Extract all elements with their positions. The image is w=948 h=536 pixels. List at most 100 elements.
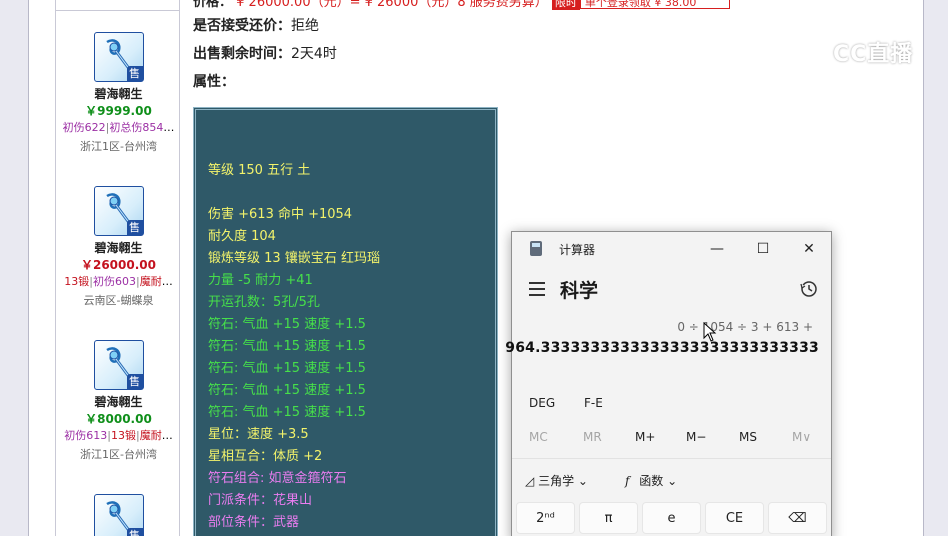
chevron-down-icon: ⌄ [667,474,678,488]
memory-button[interactable]: M+ [635,430,655,444]
maximize-button[interactable]: ☐ [749,238,777,260]
more-stats: … [161,429,173,442]
history-icon[interactable] [800,280,818,298]
attribute-line: 开运孔数：5孔/5孔 [208,295,320,310]
deg-button[interactable]: DEG [529,396,555,410]
calculator-title: 计算器 [559,243,596,257]
stat-tag: 魔耐 [139,429,162,442]
attr-label: 属性： [193,74,235,90]
attribute-line: 部位条件：武器 [208,515,300,530]
menu-icon[interactable] [529,282,545,296]
limit-offer[interactable]: 单个登录领取 ¥ 38.00 [579,0,730,9]
listing-item[interactable]: 售碧海翱生 ￥8000.00 初伤613|13锻|魔耐… 浙江1区-台州湾 [56,340,181,466]
time-value: 2天4时 [291,46,337,62]
divider [512,458,831,459]
more-stats: … [163,121,175,134]
divider [56,10,179,11]
staff-item-icon[interactable]: 售 [93,32,144,82]
item-price: ￥26000.00 [80,258,156,272]
item-name[interactable]: 碧海翱生 [56,240,181,256]
calculator-titlebar[interactable]: 计算器 — ☐ ✕ [512,232,831,264]
item-name[interactable]: 碧海翱生 [56,394,181,410]
attribute-line: 符石: 气血 +15 速度 +1.5 [208,361,366,376]
item-stats: 13锻|初伤603|魔耐… [64,275,173,288]
bargain-line: 是否接受还价：拒绝 [193,15,319,35]
function-icon: f [625,474,630,488]
staff-item-icon[interactable]: 售 [93,494,144,536]
memory-button[interactable]: MC [529,430,548,444]
mode-title: 科学 [560,280,599,302]
memory-button[interactable]: M∨ [792,430,811,444]
attribute-line: 等级 150 五行 土 [208,163,311,178]
bargain-label: 是否接受还价： [193,18,291,34]
item-name[interactable]: 碧海翱生 [56,86,181,102]
attribute-line: 符石: 气血 +15 速度 +1.5 [208,339,366,354]
stat-tag: 初总伤854 [109,121,164,134]
calculator-app-icon [530,241,542,256]
price-label: 价格： [193,0,233,10]
listing-item[interactable]: 售碧海翱生 ￥9999.00 初伤622|初总伤854… 浙江1区-台州湾 [56,32,181,158]
staff-item-icon[interactable]: 售 [93,186,144,236]
stat-tag: 初伤603 [93,275,136,288]
cc-live-logo: CC直播 [795,32,920,68]
calc-key[interactable]: 2ⁿᵈ [516,502,575,534]
sale-badge: 售 [126,374,143,389]
item-price: ￥8000.00 [85,412,152,426]
item-stats: 初伤622|初总伤854… [62,121,175,134]
calc-key[interactable]: CE [705,502,764,534]
attributes-panel: 等级 150 五行 土伤害 +613 命中 +1054 耐久度 104 锻炼等级 1… [193,107,498,536]
memory-button[interactable]: M− [686,430,706,444]
mouse-cursor-icon [703,322,717,342]
time-label: 出售剩余时间： [193,46,291,62]
time-line: 出售剩余时间：2天4时 [193,43,337,63]
more-stats: … [161,275,173,288]
fe-button[interactable]: F-E [584,396,603,410]
attribute-line: 符石组合: 如意金箍符石 [208,471,347,486]
item-price: ￥9999.00 [85,104,152,118]
attribute-line: 门派条件：花果山 [208,493,313,508]
chevron-down-icon: ⌄ [577,474,588,488]
stat-tag: 13锻 [64,275,90,288]
attribute-line: 符石: 气血 +15 速度 +1.5 [208,383,366,398]
memory-button[interactable]: MR [583,430,602,444]
limit-badge: 限时 [551,0,580,10]
trig-icon: ◿ [525,474,535,488]
attribute-line [208,182,495,204]
minimize-button[interactable]: — [703,238,731,260]
sale-badge: 售 [126,528,143,536]
trig-label: 三角学 [538,474,575,488]
attribute-line: 伤害 +613 命中 +1054 [208,207,353,222]
calc-key[interactable]: π [579,502,638,534]
trig-menu[interactable]: ◿ 三角学 ⌄ [525,472,588,489]
listing-item[interactable]: 售碧海翱生 ￥26000.00 13锻|初伤603|魔耐… 云南区-蝴蝶泉 [56,186,181,312]
listing-item[interactable]: 售 [56,494,181,536]
item-server: 云南区-蝴蝶泉 [83,294,154,307]
attribute-line: 星相互合：体质 +2 [208,449,323,464]
attribute-line [208,138,495,160]
calc-key[interactable]: e [642,502,701,534]
function-label: 函数 [639,474,664,488]
stat-tag: 初伤622 [62,121,106,134]
item-server: 浙江1区-台州湾 [80,140,157,153]
staff-item-icon[interactable]: 售 [93,340,144,390]
stat-tag: 初伤613 [64,429,108,442]
close-button[interactable]: ✕ [795,238,823,260]
sale-badge: 售 [126,66,143,81]
result-display: 964.3333333333333333333333333333 [505,340,819,356]
attribute-line: 星位：速度 +3.5 [208,427,309,442]
attribute-line: 力量 -5 耐力 +41 [208,273,313,288]
stat-tag: 13锻 [111,429,136,442]
price-line: 价格： ¥ 26000.00（元）= ¥ 26000（元）8 服务费另算） 限时… [193,0,730,10]
calc-key[interactable]: ⌫ [768,502,827,534]
listing-column: 售碧海翱生 ￥9999.00 初伤622|初总伤854… 浙江1区-台州湾售碧海翱生 ￥… [55,0,180,536]
bargain-value: 拒绝 [291,18,319,34]
attribute-line: 锻炼等级 13 镶嵌宝石 红玛瑙 [208,251,380,266]
memory-button[interactable]: MS [739,430,757,444]
function-menu[interactable]: f 函数 ⌄ [625,472,677,489]
item-stats: 初伤613|13锻|魔耐… [64,429,173,442]
expression-display: 0 ÷ 1054 ÷ 3 + 613 + [677,320,813,334]
sale-badge: 售 [126,220,143,235]
calculator-window: 计算器 — ☐ ✕ 科学 0 ÷ 1054 ÷ 3 + 613 + 964.33… [505,231,832,536]
logo-text: CC直播 [833,42,914,67]
attribute-line: 耐久度 104 [208,229,276,244]
